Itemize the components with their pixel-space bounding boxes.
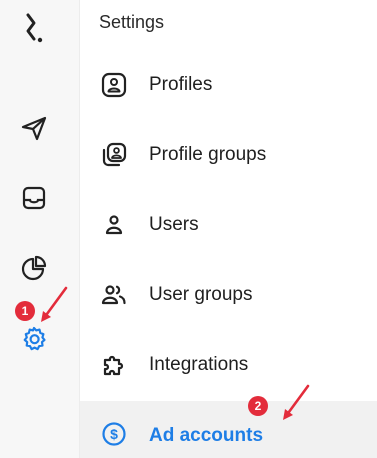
inbox-icon — [22, 186, 46, 210]
settings-item-ad-accounts[interactable]: $ Ad accounts — [80, 401, 377, 458]
arrow-icon — [283, 384, 310, 420]
settings-item-integrations[interactable]: Integrations — [80, 340, 377, 390]
settings-item-label: Integrations — [149, 354, 249, 375]
step-badge-2: 2 — [248, 396, 268, 416]
brand-logo-icon — [26, 13, 43, 43]
dollar-circle-icon: $ — [100, 420, 128, 448]
gear-icon — [23, 326, 46, 351]
profile-card-icon — [100, 71, 128, 99]
settings-panel: Settings Profiles Profile groups Users U… — [80, 0, 377, 458]
user-groups-icon — [100, 281, 128, 309]
step-badge-1: 1 — [15, 301, 35, 321]
rail-item-inbox[interactable] — [14, 178, 54, 218]
settings-item-label: User groups — [149, 284, 253, 305]
settings-item-users[interactable]: Users — [80, 200, 377, 250]
settings-item-user-groups[interactable]: User groups — [80, 270, 377, 320]
user-icon — [100, 211, 128, 239]
rail-item-reports[interactable] — [14, 248, 54, 288]
puzzle-icon — [100, 351, 128, 379]
settings-item-label: Ad accounts — [149, 425, 264, 446]
nav-rail — [0, 0, 80, 458]
svg-text:$: $ — [110, 426, 118, 442]
settings-item-profile-groups[interactable]: Profile groups — [80, 130, 377, 180]
pie-chart-icon — [21, 255, 47, 281]
brand-logo[interactable] — [14, 6, 54, 46]
profile-groups-icon — [100, 141, 128, 169]
settings-item-label: Profiles — [149, 74, 213, 95]
settings-item-label: Users — [149, 214, 199, 235]
settings-item-label: Profile groups — [149, 144, 267, 165]
paper-plane-icon — [21, 116, 47, 141]
arrow-icon — [41, 286, 68, 322]
panel-title: Settings — [99, 12, 165, 32]
rail-item-publish[interactable] — [14, 108, 54, 148]
settings-item-profiles[interactable]: Profiles — [80, 60, 377, 110]
